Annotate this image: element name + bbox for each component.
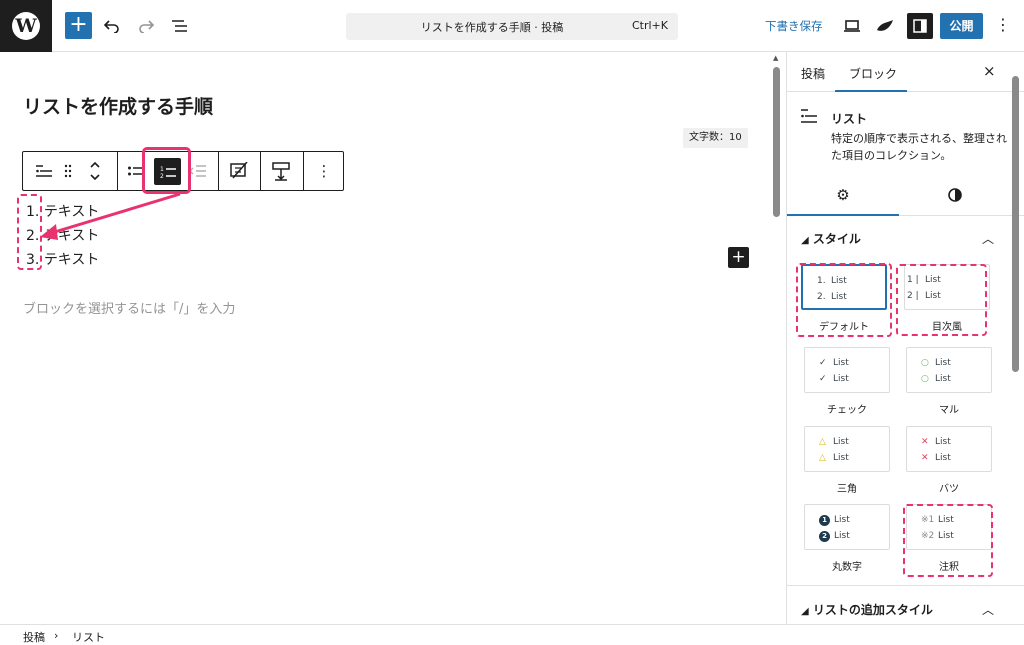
close-icon[interactable]: ×: [983, 62, 996, 80]
list-item-text: テキスト: [43, 252, 100, 268]
scroll-up-arrow-icon[interactable]: ▲: [773, 54, 778, 62]
post-title[interactable]: リストを作成する手順: [23, 92, 213, 119]
annotation-arrow: [40, 192, 181, 240]
command-palette-bar[interactable]: リストを作成する手順 · 投稿 Ctrl+K: [346, 13, 678, 40]
tab-block[interactable]: ブロック: [849, 65, 897, 82]
gear-icon: ⚙: [836, 186, 850, 204]
style-option-cross[interactable]: ✕ List ✕ List バツ: [906, 426, 992, 495]
block-placeholder[interactable]: ブロックを選択するには「/」を入力: [23, 298, 235, 317]
wordpress-logo-button[interactable]: W: [0, 0, 52, 52]
breadcrumb-item-list[interactable]: リスト: [72, 629, 105, 645]
extra-styles-panel-title[interactable]: ◢ リストの追加スタイル: [801, 601, 933, 618]
publish-button[interactable]: 公開: [940, 13, 983, 39]
leaf-icon: ◢: [801, 606, 809, 617]
style-option-circled-number[interactable]: 1 List 2 List 丸数字: [804, 504, 890, 573]
annotation-dashed-box: [796, 263, 892, 337]
block-settings-subtabs: ⚙: [787, 174, 1024, 216]
more-options-icon[interactable]: ⋮: [993, 14, 1013, 38]
document-overview-icon[interactable]: [168, 14, 192, 38]
preview-device-icon[interactable]: [840, 14, 864, 38]
editor-scrollbar[interactable]: [773, 67, 780, 217]
word-count-badge: 文字数：10: [683, 128, 748, 148]
reverse-order-icon[interactable]: [223, 152, 255, 190]
tab-post[interactable]: 投稿: [801, 65, 825, 82]
settings-sidebar-toggle[interactable]: [907, 13, 933, 39]
chevron-up-icon[interactable]: ︿: [982, 230, 994, 247]
annotation-highlight-box: [142, 147, 191, 194]
drag-handle-icon[interactable]: [59, 152, 77, 190]
style-option-circle[interactable]: ○ List ○ List マル: [906, 347, 992, 416]
leaf-icon: ◢: [801, 235, 809, 246]
style-option-check[interactable]: ✓ List ✓ List チェック: [804, 347, 890, 416]
annotation-dashed-box: [903, 504, 993, 577]
block-inserter-button[interactable]: +: [728, 247, 749, 268]
redo-icon[interactable]: [134, 14, 158, 38]
shortcut-hint: Ctrl+K: [631, 19, 668, 32]
add-block-button[interactable]: +: [65, 12, 92, 39]
move-up-down-icon[interactable]: [83, 152, 107, 190]
wordpress-icon: W: [12, 12, 40, 40]
save-draft-button[interactable]: 下書き保存: [765, 18, 823, 34]
theme-leaf-icon[interactable]: [873, 14, 897, 38]
breadcrumb: 投稿 › リスト: [0, 624, 1024, 645]
sidebar-scrollbar[interactable]: [1012, 76, 1019, 372]
block-description: 特定の順序で表示される、整理された項目のコレクション。: [831, 132, 1007, 162]
tab-settings[interactable]: ⚙: [787, 174, 899, 216]
block-card: リスト 特定の順序で表示される、整理された項目のコレクション。: [787, 92, 1024, 172]
active-subtab-indicator: [787, 214, 899, 216]
chevron-up-icon[interactable]: ︿: [982, 601, 994, 618]
list-block-icon: [801, 108, 817, 127]
annotation-dashed-box: [896, 264, 987, 336]
contrast-icon: [948, 188, 962, 202]
block-spacing-icon[interactable]: [265, 152, 297, 190]
sidebar-tabs: 投稿 ブロック ×: [787, 52, 1024, 92]
tab-styles[interactable]: [899, 174, 1011, 216]
list-block-type-icon[interactable]: [29, 152, 59, 190]
document-title: リストを作成する手順 · 投稿: [420, 21, 564, 34]
block-options-icon[interactable]: ⋮: [309, 152, 339, 190]
style-option-triangle[interactable]: △ List △ List 三角: [804, 426, 890, 495]
chevron-right-icon: ›: [54, 629, 59, 642]
style-panel-title[interactable]: ◢ スタイル: [801, 230, 861, 247]
undo-icon[interactable]: [100, 14, 124, 38]
top-toolbar: W + リストを作成する手順 · 投稿 Ctrl+K 下書き保存 公開 ⋮: [0, 0, 1024, 52]
block-name: リスト: [831, 112, 868, 126]
breadcrumb-item-post[interactable]: 投稿: [23, 629, 45, 645]
editor-canvas: リストを作成する手順 文字数：10 12 ⋮ 1. テキスト 2. テキスト 3…: [0, 52, 786, 624]
